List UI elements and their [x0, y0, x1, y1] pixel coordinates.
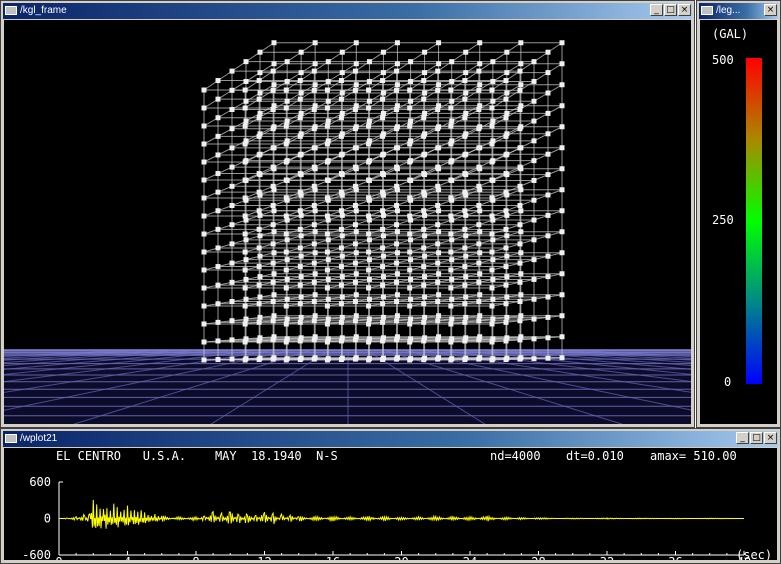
x-tick-label: 40 — [737, 555, 751, 560]
x-tick-label: 12 — [257, 555, 271, 560]
legend-mid: 250 — [712, 213, 734, 227]
app-icon — [5, 6, 17, 15]
frame-window-titlebar[interactable]: /kgl_frame _ □ × — [3, 3, 692, 19]
color-scale-bar — [746, 58, 762, 384]
x-tick-label: 32 — [600, 555, 614, 560]
plot-window-titlebar[interactable]: /wplot21 _ □ × — [3, 431, 778, 447]
acceleration-trace — [59, 499, 744, 529]
acceleration-plot: EL CENTRO U.S.A. MAY 18.1940 N-S nd=4000… — [22, 449, 772, 560]
frame-window: /kgl_frame _ □ × — [0, 0, 695, 428]
minimize-button[interactable]: _ — [650, 4, 663, 16]
building-frame — [201, 40, 565, 363]
close-button[interactable]: × — [678, 4, 691, 16]
x-tick-label: 24 — [463, 555, 477, 560]
maximize-button[interactable]: □ — [664, 4, 677, 16]
maximize-button[interactable]: □ — [750, 432, 763, 444]
plot-dt: dt=0.010 — [566, 449, 624, 463]
y-tick-label: 600 — [29, 475, 51, 489]
x-tick-label: 20 — [394, 555, 408, 560]
plot-panel: EL CENTRO U.S.A. MAY 18.1940 N-S nd=4000… — [4, 448, 777, 560]
3d-frame-view — [4, 40, 691, 424]
plot-window-title: /wplot21 — [20, 433, 58, 444]
legend-window: /leg... × (GAL) 500 250 0 — [696, 0, 781, 428]
plot-amax: amax= 510.00 — [650, 449, 737, 463]
y-tick-label: -600 — [22, 548, 51, 560]
legend-panel: (GAL) 500 250 0 — [700, 20, 777, 424]
x-tick-label: 4 — [124, 555, 131, 560]
legend-min: 0 — [724, 375, 731, 389]
legend-max: 500 — [712, 53, 734, 67]
plot-header: EL CENTRO U.S.A. MAY 18.1940 N-S — [56, 449, 338, 463]
app-icon — [5, 434, 17, 443]
close-button[interactable]: × — [764, 4, 777, 16]
app-icon — [701, 6, 713, 15]
y-tick-label: 0 — [44, 512, 51, 526]
minimize-button[interactable]: _ — [736, 432, 749, 444]
x-tick-label: 16 — [326, 555, 340, 560]
legend-window-title: /leg... — [716, 5, 741, 16]
frame-window-title: /kgl_frame — [20, 5, 67, 16]
frame-viewport[interactable] — [4, 20, 691, 424]
legend-window-titlebar[interactable]: /leg... × — [699, 3, 778, 19]
legend-svg: (GAL) 500 250 0 — [712, 27, 762, 389]
legend-unit: (GAL) — [712, 27, 748, 41]
x-tick-label: 28 — [531, 555, 545, 560]
x-tick-label: 36 — [668, 555, 682, 560]
plot-nd: nd=4000 — [490, 449, 541, 463]
x-tick-label: 8 — [192, 555, 199, 560]
close-button[interactable]: × — [764, 432, 777, 444]
x-tick-label: 0 — [55, 555, 62, 560]
plot-window: /wplot21 _ □ × EL CENTRO U.S.A. MAY 18.1… — [0, 428, 781, 564]
